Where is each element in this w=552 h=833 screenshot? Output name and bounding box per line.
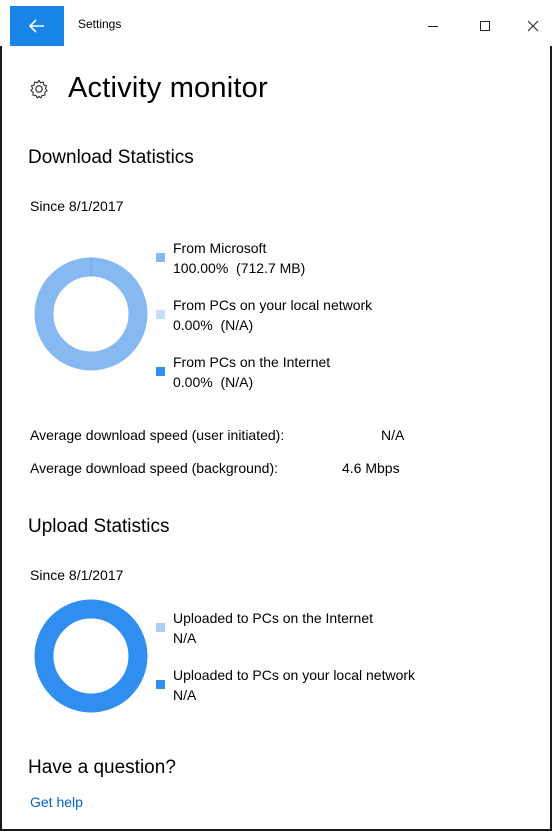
legend-item-internet: From PCs on the Internet 0.00% (N/A) [173,352,330,392]
upload-ring [34,599,148,713]
legend-swatch-internet [156,367,165,376]
upload-statistics-heading: Upload Statistics [28,516,170,537]
legend-item-local-network: From PCs on your local network 0.00% (N/… [173,295,372,335]
download-since-label: Since 8/1/2017 [30,198,124,214]
window-title: Settings [78,17,122,31]
minimize-button[interactable] [410,8,456,44]
legend-value: 0.00% (N/A) [173,317,254,333]
download-ring-microsoft [34,257,148,371]
legend-swatch-local-network [156,310,165,319]
legend-swatch-microsoft [156,253,165,262]
maximize-button[interactable] [462,8,508,44]
legend-value: N/A [173,687,197,703]
minimize-icon [428,26,438,27]
legend-label: From PCs on the Internet [173,354,331,370]
page-header: Activity monitor [28,72,268,105]
legend-item-upload-local-network: Uploaded to PCs on your local network N/… [173,665,415,705]
stat-label-user-initiated: Average download speed (user initiated): [30,427,285,443]
back-button[interactable] [10,6,64,46]
download-statistics-heading: Download Statistics [28,147,194,168]
legend-item-upload-internet: Uploaded to PCs on the Internet N/A [173,608,373,648]
stat-label-background: Average download speed (background): [30,460,279,476]
back-arrow-icon [29,19,44,33]
close-icon [527,20,539,32]
get-help-link[interactable]: Get help [30,794,83,810]
stat-value-background: 4.6 Mbps [342,460,400,476]
legend-label: Uploaded to PCs on your local network [173,667,416,683]
legend-swatch-upload-local-network [156,680,165,689]
legend-value: 0.00% (N/A) [173,374,254,390]
upload-donut-chart [34,599,148,713]
close-button[interactable] [510,8,552,44]
legend-swatch-upload-internet [156,623,165,632]
legend-label: Uploaded to PCs on the Internet [173,610,374,626]
legend-item-microsoft: From Microsoft 100.00% (712.7 MB) [173,238,305,278]
gear-icon [30,79,48,98]
stat-value-user-initiated: N/A [381,427,405,443]
page-title: Activity monitor [68,72,268,104]
title-bar: Settings [0,0,552,46]
legend-value: N/A [173,630,197,646]
help-heading: Have a question? [28,757,176,778]
legend-label: From Microsoft [173,240,267,256]
download-donut-chart [34,257,148,371]
upload-since-label: Since 8/1/2017 [30,567,124,583]
maximize-icon [480,21,490,31]
legend-value: 100.00% (712.7 MB) [173,260,306,276]
legend-label: From PCs on your local network [173,297,373,313]
